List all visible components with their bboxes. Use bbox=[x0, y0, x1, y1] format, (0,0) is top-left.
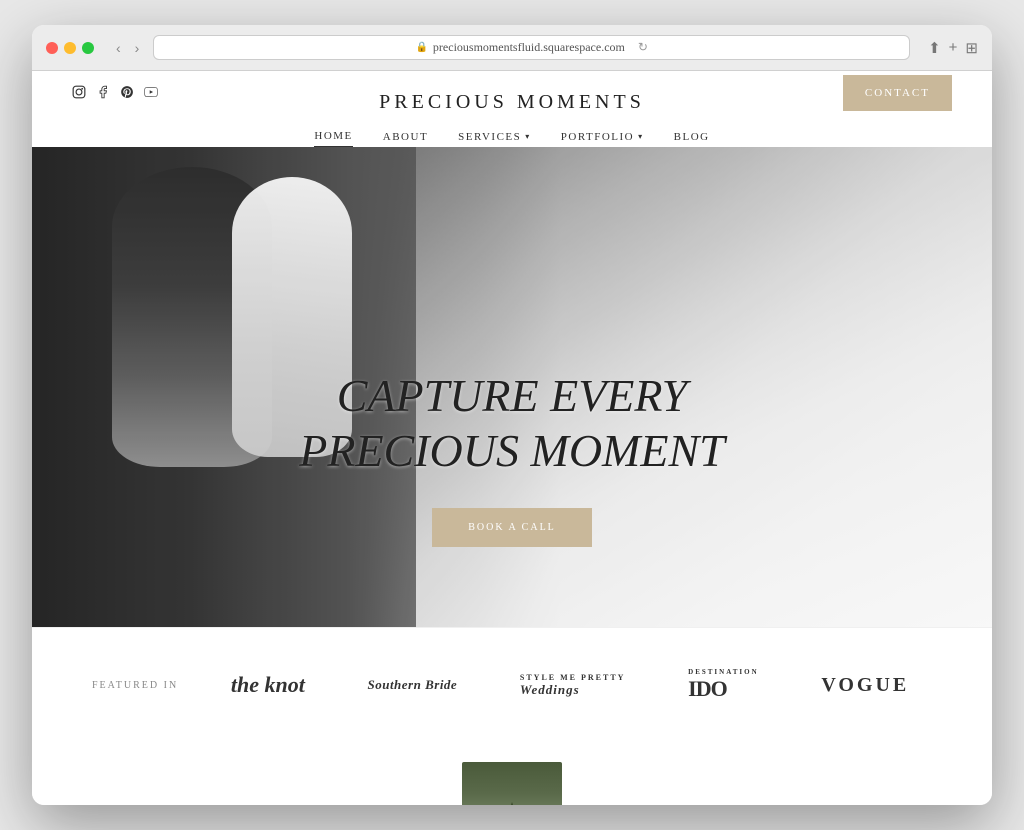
teaser-image bbox=[462, 762, 562, 805]
site-navigation: HOME ABOUT SERVICES ▾ PORTFOLIO ▾ BLOG bbox=[32, 114, 992, 147]
forward-button[interactable]: › bbox=[131, 38, 144, 58]
new-tab-button[interactable]: + bbox=[949, 39, 958, 57]
publication-vogue[interactable]: VOGUE bbox=[821, 674, 909, 697]
publications-list: the knot Southern Bride style me pretty … bbox=[208, 668, 932, 702]
nav-about[interactable]: ABOUT bbox=[383, 126, 428, 147]
nav-home[interactable]: HOME bbox=[314, 126, 352, 147]
pinterest-icon bbox=[120, 85, 134, 99]
tabs-button[interactable]: ⊞ bbox=[965, 39, 978, 57]
youtube-icon bbox=[144, 85, 158, 99]
site-header: PRECIOUS MOMENTS CONTACT bbox=[32, 71, 992, 114]
browser-chrome: ‹ › 🔒 preciousmomentsfluid.squarespace.c… bbox=[32, 25, 992, 71]
ido-prefix: destination bbox=[688, 668, 759, 676]
youtube-link[interactable] bbox=[144, 85, 158, 101]
site-title: PRECIOUS MOMENTS bbox=[379, 91, 645, 114]
publication-the-knot[interactable]: the knot bbox=[231, 672, 305, 698]
address-bar[interactable]: 🔒 preciousmomentsfluid.squarespace.com ↻ bbox=[153, 35, 910, 60]
weddings-prefix: style me pretty bbox=[520, 673, 626, 682]
nav-blog[interactable]: BLOG bbox=[674, 126, 710, 147]
services-chevron-icon: ▾ bbox=[525, 132, 531, 141]
publication-ido[interactable]: destination IDO bbox=[688, 668, 759, 702]
featured-section: FEATURED IN the knot Southern Bride styl… bbox=[32, 627, 992, 742]
nav-services[interactable]: SERVICES ▾ bbox=[458, 126, 531, 147]
pinterest-link[interactable] bbox=[120, 85, 134, 101]
nav-portfolio[interactable]: PORTFOLIO ▾ bbox=[561, 126, 644, 147]
url-text: preciousmomentsfluid.squarespace.com bbox=[433, 40, 625, 55]
publication-weddings[interactable]: style me pretty Weddings bbox=[520, 673, 626, 698]
featured-label: FEATURED IN bbox=[92, 680, 178, 691]
portfolio-chevron-icon: ▾ bbox=[638, 132, 644, 141]
traffic-lights bbox=[46, 42, 94, 54]
share-button[interactable]: ⬆ bbox=[928, 39, 941, 57]
close-button[interactable] bbox=[46, 42, 58, 54]
facebook-link[interactable] bbox=[96, 85, 110, 101]
hero-content: CAPTURE EVERY PRECIOUS MOMENT BOOK A CAL… bbox=[32, 368, 992, 547]
hero-section: CAPTURE EVERY PRECIOUS MOMENT BOOK A CAL… bbox=[32, 147, 992, 627]
minimize-button[interactable] bbox=[64, 42, 76, 54]
lock-icon: 🔒 bbox=[415, 42, 427, 53]
hero-headline: CAPTURE EVERY PRECIOUS MOMENT bbox=[32, 368, 992, 478]
maximize-button[interactable] bbox=[82, 42, 94, 54]
bottom-teaser bbox=[32, 742, 992, 805]
instagram-link[interactable] bbox=[72, 85, 86, 101]
back-button[interactable]: ‹ bbox=[112, 38, 125, 58]
contact-button[interactable]: CONTACT bbox=[843, 75, 952, 111]
instagram-icon bbox=[72, 85, 86, 99]
browser-window: ‹ › 🔒 preciousmomentsfluid.squarespace.c… bbox=[32, 25, 992, 805]
browser-actions: ⬆ + ⊞ bbox=[928, 39, 978, 57]
facebook-icon bbox=[96, 85, 110, 99]
book-call-button[interactable]: BOOK A CALL bbox=[432, 508, 592, 547]
website-content: PRECIOUS MOMENTS CONTACT HOME ABOUT SERV… bbox=[32, 71, 992, 805]
browser-controls: ‹ › bbox=[112, 38, 143, 58]
reload-icon[interactable]: ↻ bbox=[638, 40, 648, 55]
site-title-block: PRECIOUS MOMENTS bbox=[379, 91, 645, 114]
publication-southern-bride[interactable]: Southern Bride bbox=[367, 677, 457, 693]
social-icons bbox=[72, 85, 158, 101]
